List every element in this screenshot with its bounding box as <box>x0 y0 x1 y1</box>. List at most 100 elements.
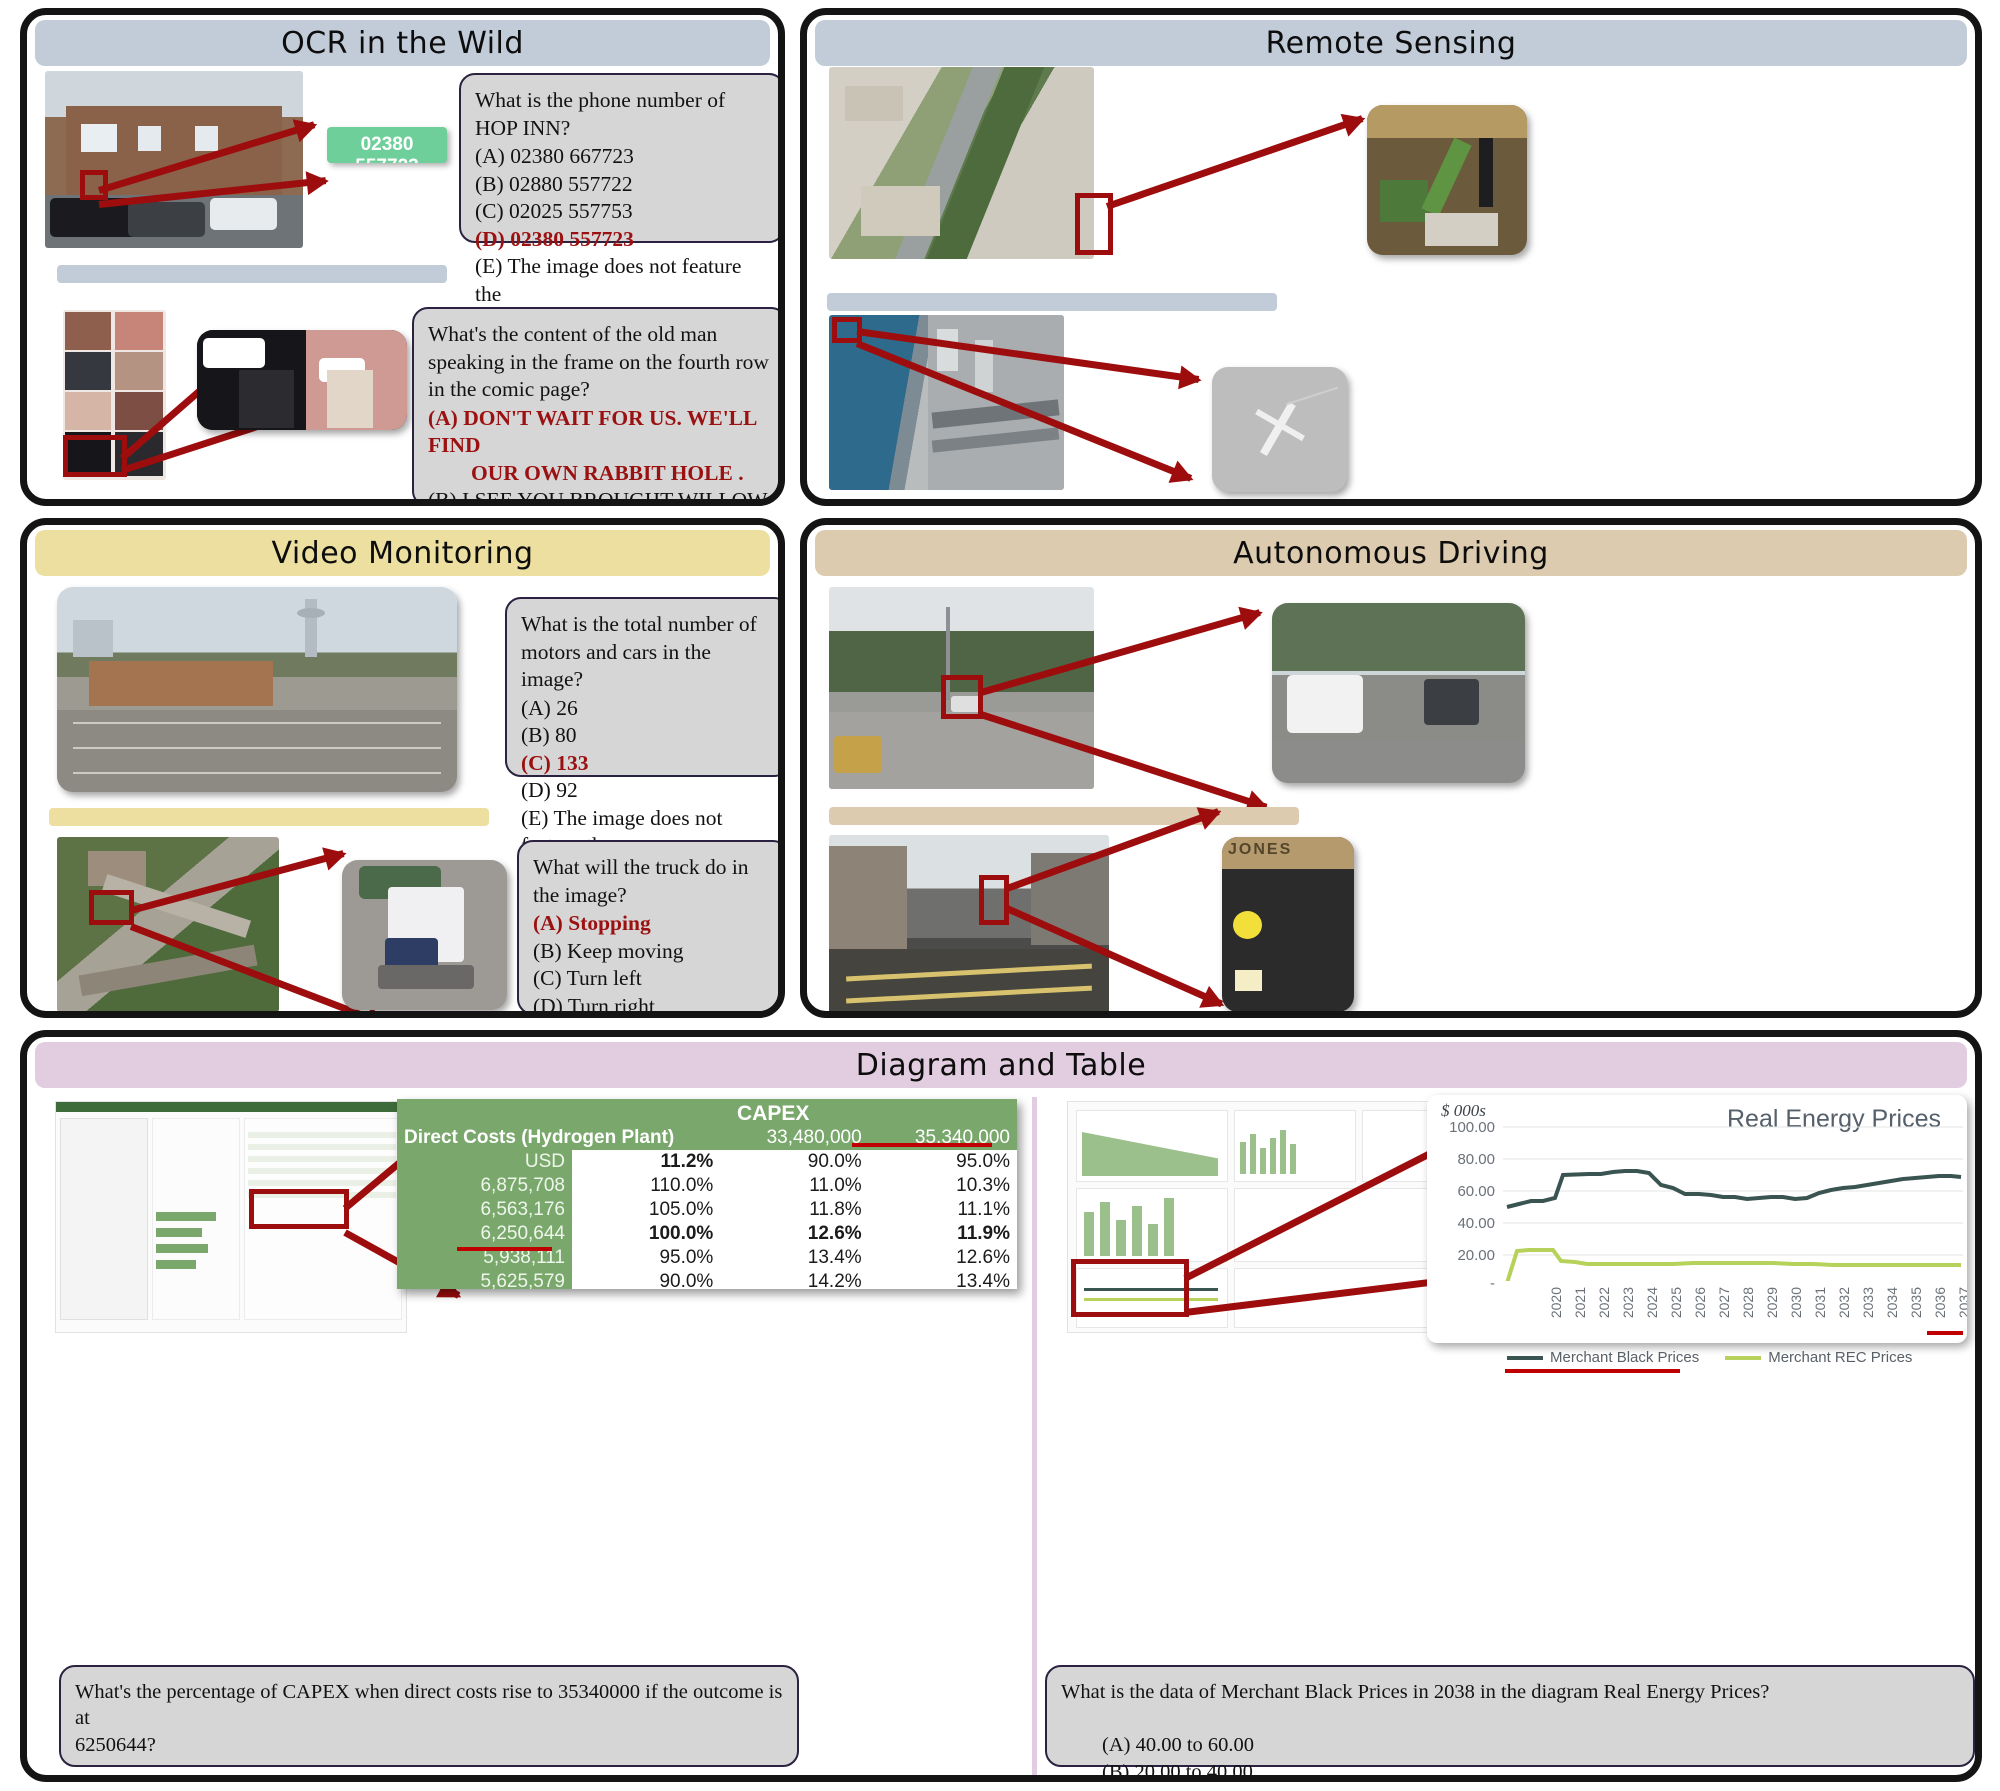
option-d: (D) Turn right <box>533 993 655 1018</box>
callout-aircraft <box>1212 367 1347 492</box>
underline-direct-cost <box>457 1247 552 1251</box>
y-tick-0: - <box>1490 1275 1495 1292</box>
row-divider-ocr <box>57 265 447 283</box>
section-title-ocr: OCR in the Wild <box>281 25 524 61</box>
cell-usd: 5,625,579 <box>480 1271 565 1289</box>
chart-real-energy-prices: Real Energy Prices $ 000s 100.00 80.00 6… <box>1427 1095 1967 1343</box>
option-b: (B) Keep moving <box>533 938 684 963</box>
option-a: (A) 26 <box>521 695 578 720</box>
cell-usd: 6,875,708 <box>480 1175 565 1196</box>
callout-truck <box>342 860 507 1010</box>
thumbnail-spreadsheet <box>55 1101 407 1333</box>
section-title-remote-sensing: Remote Sensing <box>1265 25 1517 61</box>
legend-item-rec-prices: Merchant REC Prices <box>1725 1349 1912 1366</box>
cell-c1: 100.0% <box>572 1222 721 1246</box>
option-a-correct: (A) DON'T WAIT FOR US. WE'LL FIND <box>428 405 762 458</box>
qa-bubble-dt-right: What is the data of Merchant Black Price… <box>1045 1665 1975 1775</box>
cell-usd: 6,563,176 <box>480 1199 565 1220</box>
legend-item-black-prices: Merchant Black Prices <box>1507 1349 1699 1366</box>
x-tick: 2030 <box>1788 1287 1805 1319</box>
cell-c1: 105.0% <box>572 1198 721 1222</box>
cell-c2: 90.0% <box>720 1150 869 1174</box>
option-e: (E) The image does not feature the <box>475 254 747 306</box>
qa-bubble-dt-left: What's the percentage of CAPEX when dire… <box>59 1665 799 1767</box>
underline-legend-black <box>1505 1369 1680 1373</box>
section-header-autonomous-driving: Autonomous Driving <box>815 530 1967 576</box>
x-tick: 2032 <box>1836 1287 1853 1319</box>
capex-table-title: CAPEX <box>737 1102 810 1125</box>
options-inline: (A) 12.6% (B) 10.3 (C) 11.9% (D) 11.1 (E… <box>75 1760 783 1775</box>
region-box-spreadsheet-cells <box>249 1189 349 1229</box>
cell-c1: 11.2% <box>572 1150 721 1174</box>
question-text: What is the phone number of HOP INN? <box>475 88 726 140</box>
section-header-ocr: OCR in the Wild <box>35 20 770 66</box>
y-tick-40: 40.00 <box>1457 1215 1495 1232</box>
table-row: 6,563,176 105.0% 11.8% 11.1% <box>397 1198 1017 1222</box>
x-tick: 2033 <box>1860 1287 1877 1319</box>
cell-c3: 12.6% <box>868 1246 1017 1270</box>
photo-parking-lot-overview <box>57 587 457 792</box>
x-tick: 2028 <box>1740 1287 1757 1319</box>
cell-c3: 13.4% <box>868 1270 1017 1289</box>
callout-comic-frame <box>197 330 407 430</box>
underline-capex-value <box>852 1143 992 1147</box>
x-tick: 2020 <box>1548 1287 1565 1319</box>
option-a-correct: (A) Stopping <box>533 911 651 936</box>
question-text: What is the total number of motors and c… <box>521 612 757 692</box>
row-divider-rs <box>827 293 1277 311</box>
callout-excavator <box>1367 105 1527 255</box>
section-header-remote-sensing: Remote Sensing <box>815 20 1967 66</box>
x-tick: 2024 <box>1644 1287 1661 1319</box>
cell-c3: 11.1% <box>868 1198 1017 1222</box>
chart-legend: Merchant Black Prices Merchant REC Price… <box>1507 1349 1912 1366</box>
x-tick: 2022 <box>1596 1287 1613 1319</box>
callout-white-suv <box>1272 603 1525 783</box>
row-divider-ad <box>829 807 1299 825</box>
question-line-1: What's the percentage of CAPEX when dire… <box>75 1681 783 1730</box>
x-tick: 2037 <box>1956 1287 1967 1319</box>
option-d: (D) 92 <box>521 778 578 803</box>
region-box-white-suv <box>941 675 983 719</box>
x-tick: 2029 <box>1764 1287 1781 1319</box>
legend-label: Merchant Black Prices <box>1550 1349 1700 1366</box>
options-inline: (A) 40.00 to 60.00 (B) 20.00 to 40.00 (C… <box>1102 1734 1255 1782</box>
capex-table: CAPEX Direct Costs (Hydrogen Plant) 33,4… <box>397 1099 1017 1289</box>
cell-c3: 10.3% <box>868 1174 1017 1198</box>
panel-ocr-in-the-wild: OCR in the Wild 02380 557723 What is the… <box>20 8 785 506</box>
option-b: (B) 02880 557722 <box>475 171 633 196</box>
cell-c1: 95.0% <box>572 1246 721 1270</box>
qa-bubble-vm-1: What is the total number of motors and c… <box>505 597 778 885</box>
option-c: (C) Turn left <box>533 966 642 991</box>
x-tick: 2023 <box>1620 1287 1637 1319</box>
chart-plot-area <box>1503 1126 1963 1281</box>
qa-bubble-ocr-1: What is the phone number of HOP INN? (A)… <box>459 73 778 333</box>
x-tick: 2021 <box>1572 1287 1589 1319</box>
x-tick: 2031 <box>1812 1287 1829 1319</box>
x-tick: 2027 <box>1716 1287 1733 1319</box>
y-tick-20: 20.00 <box>1457 1247 1495 1264</box>
qa-bubble-ocr-2: What's the content of the old man speaki… <box>412 307 778 499</box>
table-row: 6,875,708 110.0% 11.0% 10.3% <box>397 1174 1017 1198</box>
section-header-video-monitoring: Video Monitoring <box>35 530 770 576</box>
region-box-comic-frame <box>63 435 127 477</box>
callout-phone-text: 02380 557723 <box>355 134 418 163</box>
section-title-video-monitoring: Video Monitoring <box>271 535 534 571</box>
cell-c2: 13.4% <box>720 1246 869 1270</box>
table-row: 5,625,579 90.0% 14.2% 13.4% <box>397 1270 1017 1289</box>
capex-table-grid: Direct Costs (Hydrogen Plant) 33,480,000… <box>397 1126 1017 1289</box>
panel-remote-sensing: Remote Sensing What is the color of the … <box>800 8 1982 506</box>
cell-c2: 11.0% <box>720 1174 869 1198</box>
x-tick: 2026 <box>1692 1287 1709 1319</box>
option-c: (C) 02025 557753 <box>475 199 633 224</box>
section-title-autonomous-driving: Autonomous Driving <box>1233 535 1549 571</box>
option-b: (B) 80 <box>521 723 577 748</box>
arrow-excavator <box>1105 115 1364 210</box>
row-divider-vm <box>49 808 489 826</box>
region-box-energy-chart-thumb <box>1071 1259 1189 1317</box>
photo-pub-exterior <box>45 71 303 248</box>
table-row-highlighted: 6,250,644 100.0% 12.6% 11.9% <box>397 1222 1017 1246</box>
photo-aerial-construction-site <box>829 67 1094 259</box>
cell-c1: 110.0% <box>572 1174 721 1198</box>
option-a-cont: OUR OWN RABBIT HOLE . <box>471 460 744 485</box>
capex-row-label: Direct Costs (Hydrogen Plant) <box>404 1127 675 1148</box>
